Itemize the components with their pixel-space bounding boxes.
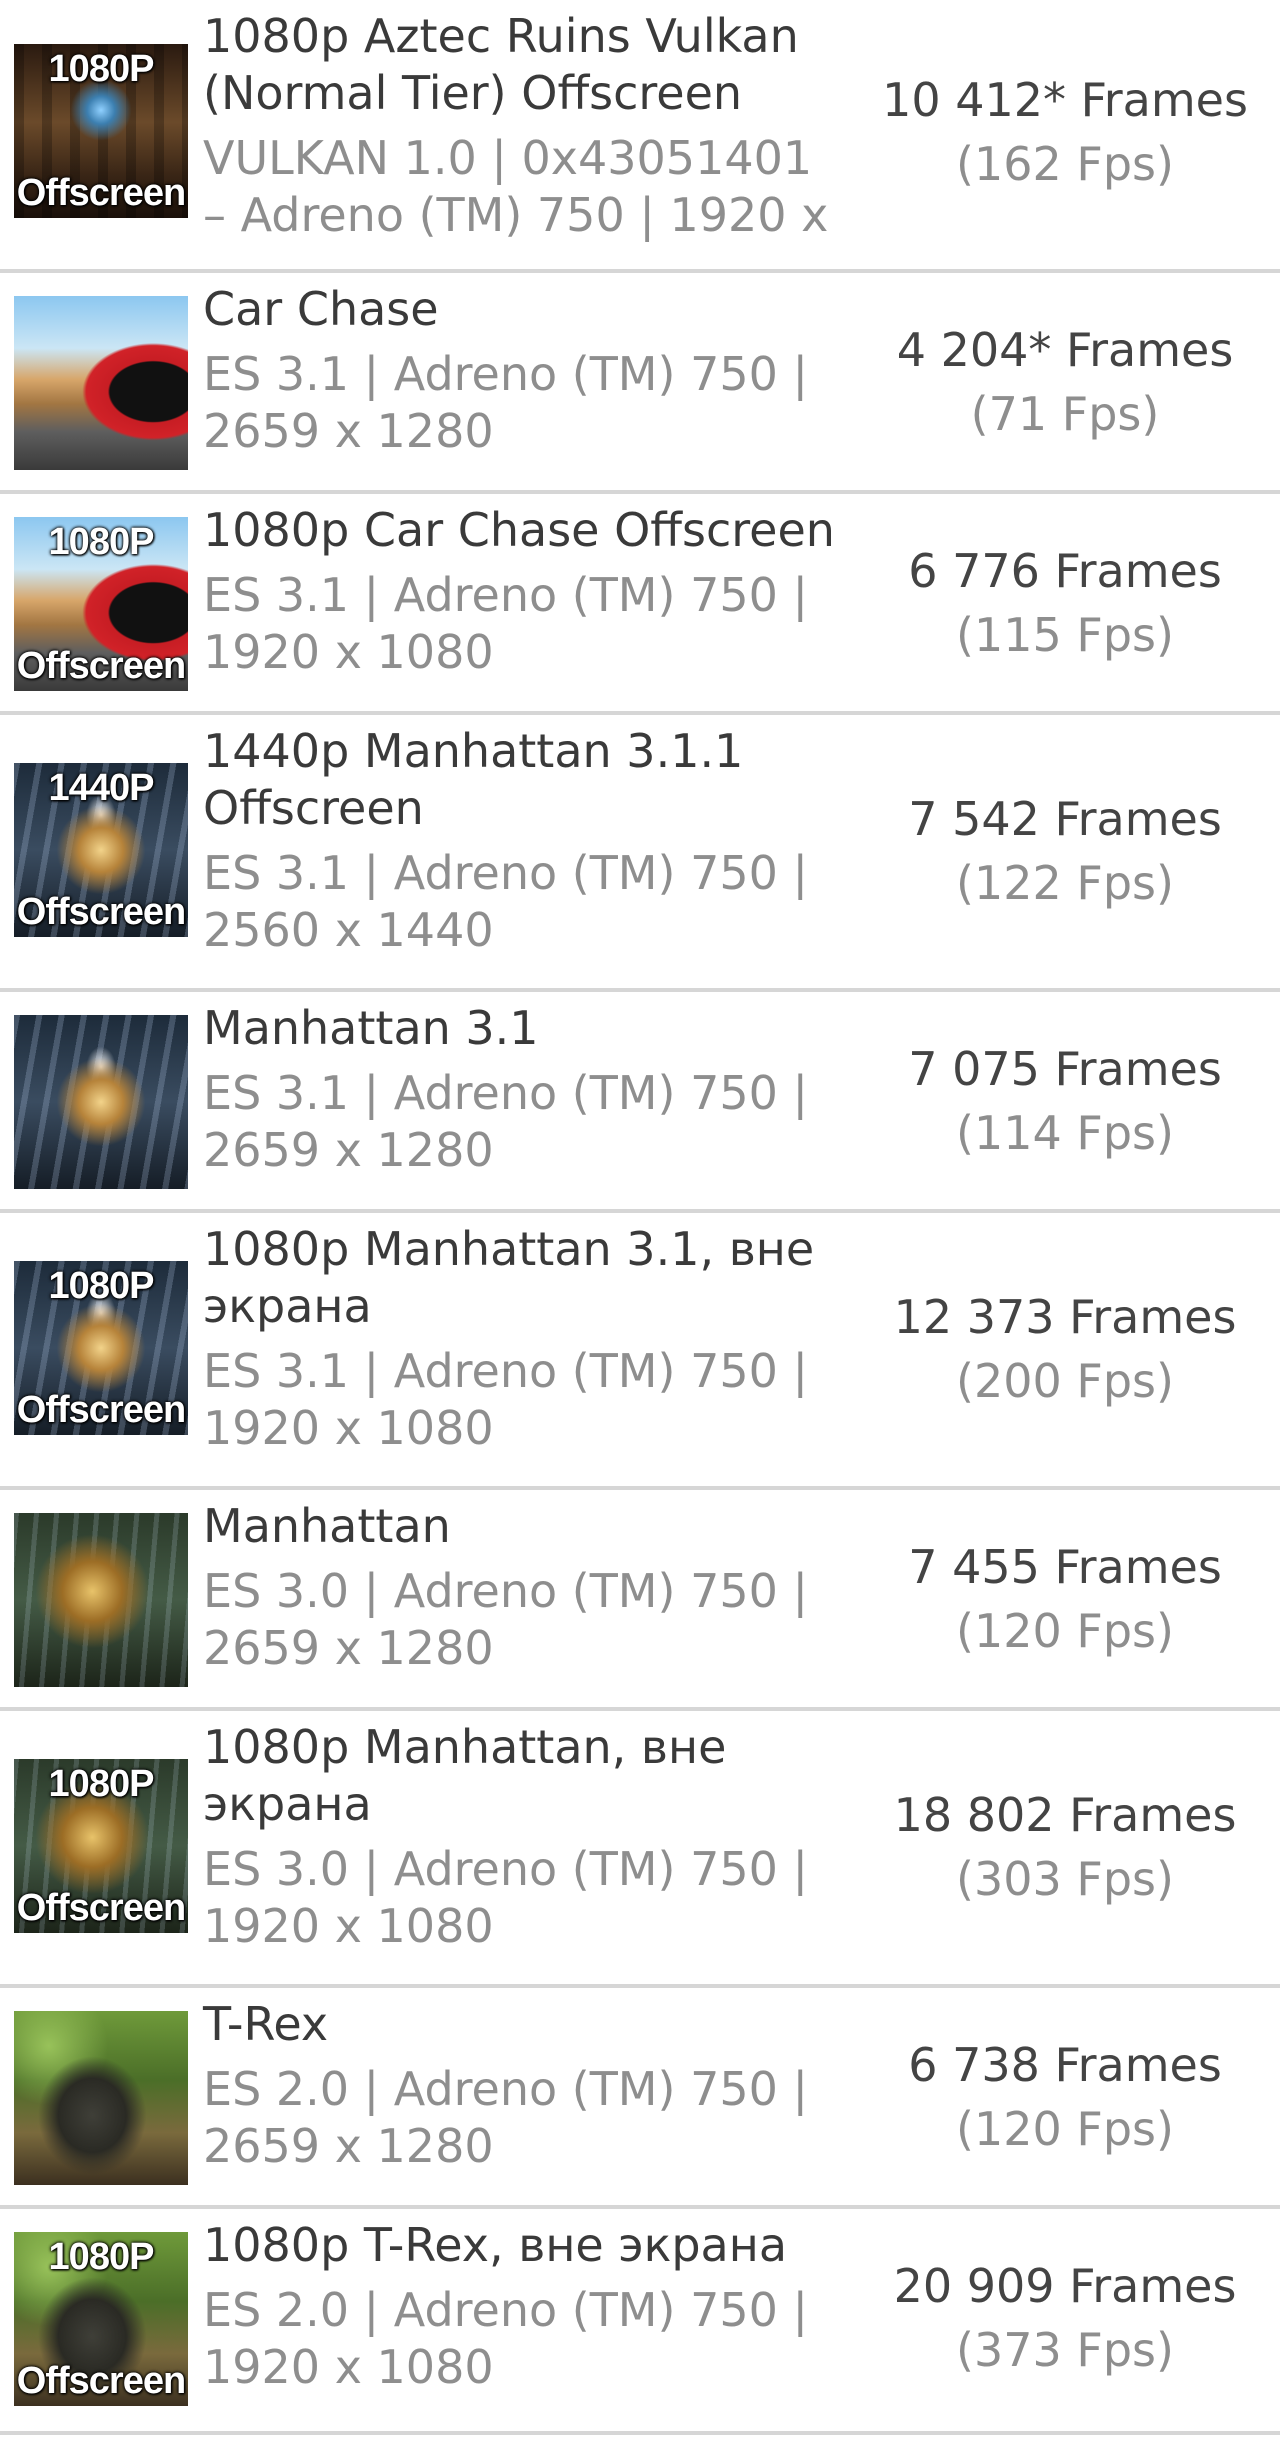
offscreen-badge: Offscreen	[16, 2360, 186, 2402]
test-score: 7 075 Frames (114 Fps)	[860, 1037, 1270, 1165]
test-info: Manhattan ES 3.0 | Adreno (TM) 750 | 2659…	[203, 1498, 843, 1677]
test-info: 1080p Aztec Ruins Vulkan (Normal Tier) O…	[203, 8, 843, 244]
test-thumbnail	[14, 296, 188, 470]
test-score: 12 373 Frames (200 Fps)	[860, 1285, 1270, 1413]
benchmark-test-row[interactable]: 1080P Offscreen 1080p T-Rex, вне экрана ES …	[0, 2209, 1280, 2435]
test-title: 1080p T-Rex, вне экрана	[203, 2218, 788, 2272]
frames-value: 10 412* Frames	[882, 73, 1248, 127]
test-title: 1080p Manhattan 3.1, вне экрана	[203, 1222, 815, 1333]
resolution-badge: 1080P	[48, 1763, 155, 1805]
frames-value: 20 909 Frames	[893, 2259, 1237, 2313]
test-details: ES 3.1 | Adreno (TM) 750 | 2659 x 1280	[203, 1066, 808, 1177]
fps-value: (71 Fps)	[970, 387, 1160, 441]
fps-value: (115 Fps)	[956, 608, 1174, 662]
fps-value: (120 Fps)	[956, 1604, 1174, 1658]
test-thumbnail: 1440P Offscreen	[14, 763, 188, 937]
offscreen-badge: Offscreen	[16, 1389, 186, 1431]
test-title: 1080p Aztec Ruins Vulkan (Normal Tier) O…	[203, 9, 799, 120]
test-thumbnail-image	[14, 2011, 188, 2185]
offscreen-badge: Offscreen	[16, 1887, 186, 1929]
test-score: 20 909 Frames (373 Fps)	[860, 2254, 1270, 2382]
test-score: 10 412* Frames (162 Fps)	[860, 68, 1270, 196]
test-info: Manhattan 3.1 ES 3.1 | Adreno (TM) 750 | …	[203, 1000, 843, 1179]
test-thumbnail: 1080P Offscreen	[14, 1261, 188, 1435]
test-details: VULKAN 1.0 | 0x43051401 – Adreno (TM) 75…	[203, 131, 829, 242]
benchmark-test-row[interactable]: 1440P Offscreen 1440p Manhattan 3.1.1 Offs…	[0, 715, 1280, 992]
frames-value: 4 204* Frames	[896, 323, 1234, 377]
test-title: T-Rex	[203, 1997, 329, 2051]
frames-value: 6 776 Frames	[908, 544, 1222, 598]
resolution-badge: 1440P	[48, 767, 155, 809]
benchmark-test-row[interactable]: T-Rex ES 2.0 | Adreno (TM) 750 | 2659 x 1…	[0, 1988, 1280, 2209]
test-score: 7 542 Frames (122 Fps)	[860, 787, 1270, 915]
offscreen-badge: Offscreen	[16, 645, 186, 687]
test-title: 1080p Car Chase Offscreen	[203, 503, 835, 557]
fps-value: (200 Fps)	[956, 1354, 1174, 1408]
resolution-badge: 1080P	[48, 2236, 155, 2278]
test-details: ES 3.1 | Adreno (TM) 750 | 1920 x 1080	[203, 1344, 808, 1455]
test-thumbnail: 1080P Offscreen	[14, 517, 188, 691]
fps-value: (373 Fps)	[956, 2323, 1174, 2377]
test-details: ES 3.1 | Adreno (TM) 750 | 2659 x 1280	[203, 347, 808, 458]
test-info: 1080p Manhattan 3.1, вне экрана ES 3.1 | …	[203, 1221, 843, 1457]
resolution-badge: 1080P	[48, 48, 155, 90]
frames-value: 12 373 Frames	[893, 1290, 1237, 1344]
test-details: ES 3.0 | Adreno (TM) 750 | 1920 x 1080	[203, 1842, 808, 1953]
test-details: ES 3.1 | Adreno (TM) 750 | 2560 x 1440	[203, 846, 808, 957]
benchmark-test-row[interactable]: 1080P Offscreen 1080p Manhattan, вне экран…	[0, 1711, 1280, 1988]
frames-value: 6 738 Frames	[908, 2038, 1222, 2092]
resolution-badge: 1080P	[48, 1265, 155, 1307]
test-title: Manhattan 3.1	[203, 1001, 539, 1055]
test-title: 1080p Manhattan, вне экрана	[203, 1720, 727, 1831]
test-score: 18 802 Frames (303 Fps)	[860, 1783, 1270, 1911]
test-details: ES 3.0 | Adreno (TM) 750 | 2659 x 1280	[203, 1564, 808, 1675]
test-score: 4 204* Frames (71 Fps)	[860, 318, 1270, 446]
offscreen-badge: Offscreen	[16, 891, 186, 933]
test-info: Car Chase ES 3.1 | Adreno (TM) 750 | 2659…	[203, 281, 843, 460]
test-score: 6 738 Frames (120 Fps)	[860, 2033, 1270, 2161]
test-title: Manhattan	[203, 1499, 451, 1553]
test-info: T-Rex ES 2.0 | Adreno (TM) 750 | 2659 x 1…	[203, 1996, 843, 2175]
test-thumbnail-image	[14, 1513, 188, 1687]
fps-value: (303 Fps)	[956, 1852, 1174, 1906]
offscreen-badge: Offscreen	[16, 172, 186, 214]
test-details: ES 2.0 | Adreno (TM) 750 | 1920 x 1080	[203, 2283, 808, 2394]
test-thumbnail	[14, 1513, 188, 1687]
test-score: 6 776 Frames (115 Fps)	[860, 539, 1270, 667]
test-thumbnail-image	[14, 296, 188, 470]
fps-value: (114 Fps)	[956, 1106, 1174, 1160]
test-info: 1080p T-Rex, вне экрана ES 2.0 | Adreno (…	[203, 2217, 843, 2396]
test-details: ES 2.0 | Adreno (TM) 750 | 2659 x 1280	[203, 2062, 808, 2173]
test-thumbnail-image	[14, 1015, 188, 1189]
test-title: Car Chase	[203, 282, 439, 336]
frames-value: 7 455 Frames	[908, 1540, 1222, 1594]
benchmark-test-row[interactable]: Car Chase ES 3.1 | Adreno (TM) 750 | 2659…	[0, 273, 1280, 494]
frames-value: 7 075 Frames	[908, 1042, 1222, 1096]
fps-value: (162 Fps)	[956, 137, 1174, 191]
fps-value: (122 Fps)	[956, 856, 1174, 910]
test-details: ES 3.1 | Adreno (TM) 750 | 1920 x 1080	[203, 568, 808, 679]
test-score: 7 455 Frames (120 Fps)	[860, 1535, 1270, 1663]
fps-value: (120 Fps)	[956, 2102, 1174, 2156]
test-info: 1440p Manhattan 3.1.1 Offscreen ES 3.1 | …	[203, 723, 843, 959]
benchmark-test-row[interactable]: 1080P Offscreen 1080p Manhattan 3.1, вне э…	[0, 1213, 1280, 1490]
test-info: 1080p Car Chase Offscreen ES 3.1 | Adreno…	[203, 502, 843, 681]
test-thumbnail: 1080P Offscreen	[14, 44, 188, 218]
benchmark-results-list: 1080P Offscreen 1080p Aztec Ruins Vulkan (…	[0, 0, 1280, 2435]
test-thumbnail	[14, 1015, 188, 1189]
test-title: 1440p Manhattan 3.1.1 Offscreen	[203, 724, 744, 835]
test-info: 1080p Manhattan, вне экрана ES 3.0 | Adre…	[203, 1719, 843, 1955]
benchmark-test-row[interactable]: Manhattan 3.1 ES 3.1 | Adreno (TM) 750 | …	[0, 992, 1280, 1213]
resolution-badge: 1080P	[48, 521, 155, 563]
test-thumbnail: 1080P Offscreen	[14, 2232, 188, 2406]
test-thumbnail: 1080P Offscreen	[14, 1759, 188, 1933]
benchmark-test-row[interactable]: Manhattan ES 3.0 | Adreno (TM) 750 | 2659…	[0, 1490, 1280, 1711]
benchmark-test-row[interactable]: 1080P Offscreen 1080p Car Chase Offscreen E…	[0, 494, 1280, 715]
benchmark-test-row[interactable]: 1080P Offscreen 1080p Aztec Ruins Vulkan (…	[0, 0, 1280, 273]
frames-value: 7 542 Frames	[908, 792, 1222, 846]
test-thumbnail	[14, 2011, 188, 2185]
frames-value: 18 802 Frames	[893, 1788, 1237, 1842]
